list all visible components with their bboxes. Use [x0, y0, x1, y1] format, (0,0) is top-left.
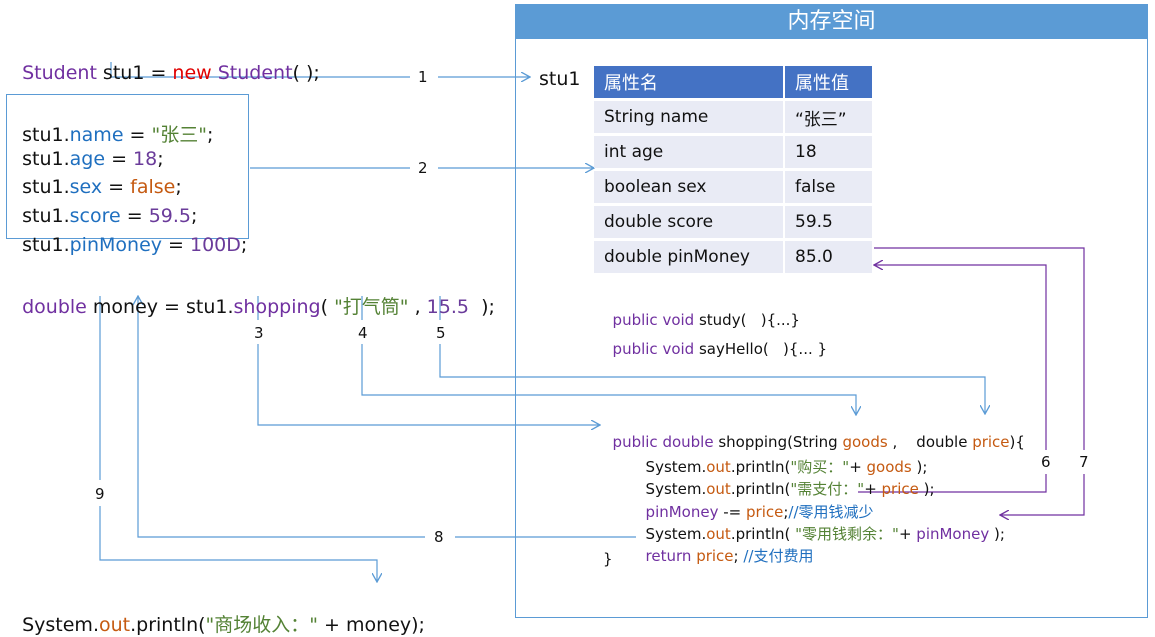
code-token: double [22, 296, 87, 318]
attr-value: 18 [783, 136, 872, 168]
code-token: , [408, 296, 427, 318]
method-sayhello-signature: sayHello( ){... } [694, 340, 828, 358]
code-line-print-income: System.out.println("商场收入：" + money); [10, 588, 425, 637]
method-sayhello: public void sayHello( ){... } [603, 322, 828, 358]
assign-line: stu1.pinMoney = 100D; [10, 212, 247, 256]
code-token: price [881, 480, 919, 498]
code-token: ( ); [292, 62, 320, 84]
shopping-close: } [603, 550, 613, 568]
arrow-8-head [138, 296, 425, 538]
code-token: ; [240, 234, 248, 256]
attr-name: double pinMoney [594, 241, 783, 273]
code-token: = [162, 234, 190, 256]
code-token: ; [733, 547, 744, 565]
attr-name: double score [594, 206, 783, 238]
code-token: + [898, 525, 917, 543]
arrow-label-4: 4 [358, 324, 368, 342]
method-sayhello-keywords: public void [612, 340, 695, 358]
attr-value: false [783, 171, 872, 203]
header-attr-value: 属性值 [783, 66, 872, 98]
arrow-9 [99, 506, 377, 582]
code-token: stu1 = [96, 62, 173, 84]
attr-name: int age [594, 136, 783, 168]
code-token: System. [22, 614, 99, 636]
table-row: boolean sex false [594, 171, 872, 203]
code-token: 100D [190, 234, 241, 256]
code-token: ); [918, 480, 935, 498]
code-token: out [98, 614, 131, 636]
attr-value: 85.0 [783, 241, 872, 273]
code-token: shopping [233, 296, 321, 318]
code-token: return [645, 547, 692, 565]
table-row: String name “张三” [594, 101, 872, 133]
code-token: money = stu1. [86, 296, 234, 318]
arrow-label-5: 5 [436, 324, 446, 342]
memory-panel-title: 内存空间 [516, 5, 1147, 39]
code-token: pinMoney [916, 525, 990, 543]
code-token: pinMoney [69, 234, 162, 256]
table-row: int age 18 [594, 136, 872, 168]
code-token: Student [22, 62, 97, 84]
code-token: price [972, 433, 1010, 451]
arrow-label-2: 2 [418, 159, 428, 177]
arrow-label-3: 3 [254, 324, 264, 342]
code-line-shopping-call: double money = stu1.shopping( "打气筒" , 15… [10, 270, 495, 319]
code-token: "打气筒" [334, 296, 409, 318]
arrow-label-8: 8 [434, 528, 444, 546]
table-header-row: 属性名 属性值 [594, 66, 872, 98]
arrow-label-9: 9 [95, 485, 105, 503]
code-token: ; [207, 124, 214, 146]
arrow-label-1: 1 [418, 68, 428, 86]
header-attr-name: 属性名 [594, 66, 783, 98]
shopping-line-5: return price; //支付费用 [636, 527, 814, 566]
code-token: ); [989, 525, 1005, 543]
code-token: price [691, 547, 734, 565]
code-token: stu1. [22, 234, 70, 256]
attr-name: String name [594, 101, 783, 133]
table-row: double pinMoney 85.0 [594, 241, 872, 273]
code-line-new-student: Student stu1 = new Student( ); [10, 40, 320, 84]
code-token: ); [468, 296, 495, 318]
code-token: ( [320, 296, 335, 318]
code-token: new [172, 62, 212, 84]
code-token: "商场收入：" [205, 614, 319, 636]
object-label: stu1 [539, 68, 581, 90]
attribute-table: 属性名 属性值 String name “张三” int age 18 bool… [594, 63, 872, 276]
code-token: Student [211, 62, 293, 84]
code-token: .println( [130, 614, 206, 636]
code-token: 15.5 [426, 296, 469, 318]
code-token: + money); [318, 614, 425, 636]
code-token: ){ [1009, 433, 1025, 451]
code-comment: //支付费用 [743, 547, 814, 565]
attr-value: 59.5 [783, 206, 872, 238]
attr-name: boolean sex [594, 171, 783, 203]
attr-value: “张三” [783, 101, 872, 133]
table-row: double score 59.5 [594, 206, 872, 238]
